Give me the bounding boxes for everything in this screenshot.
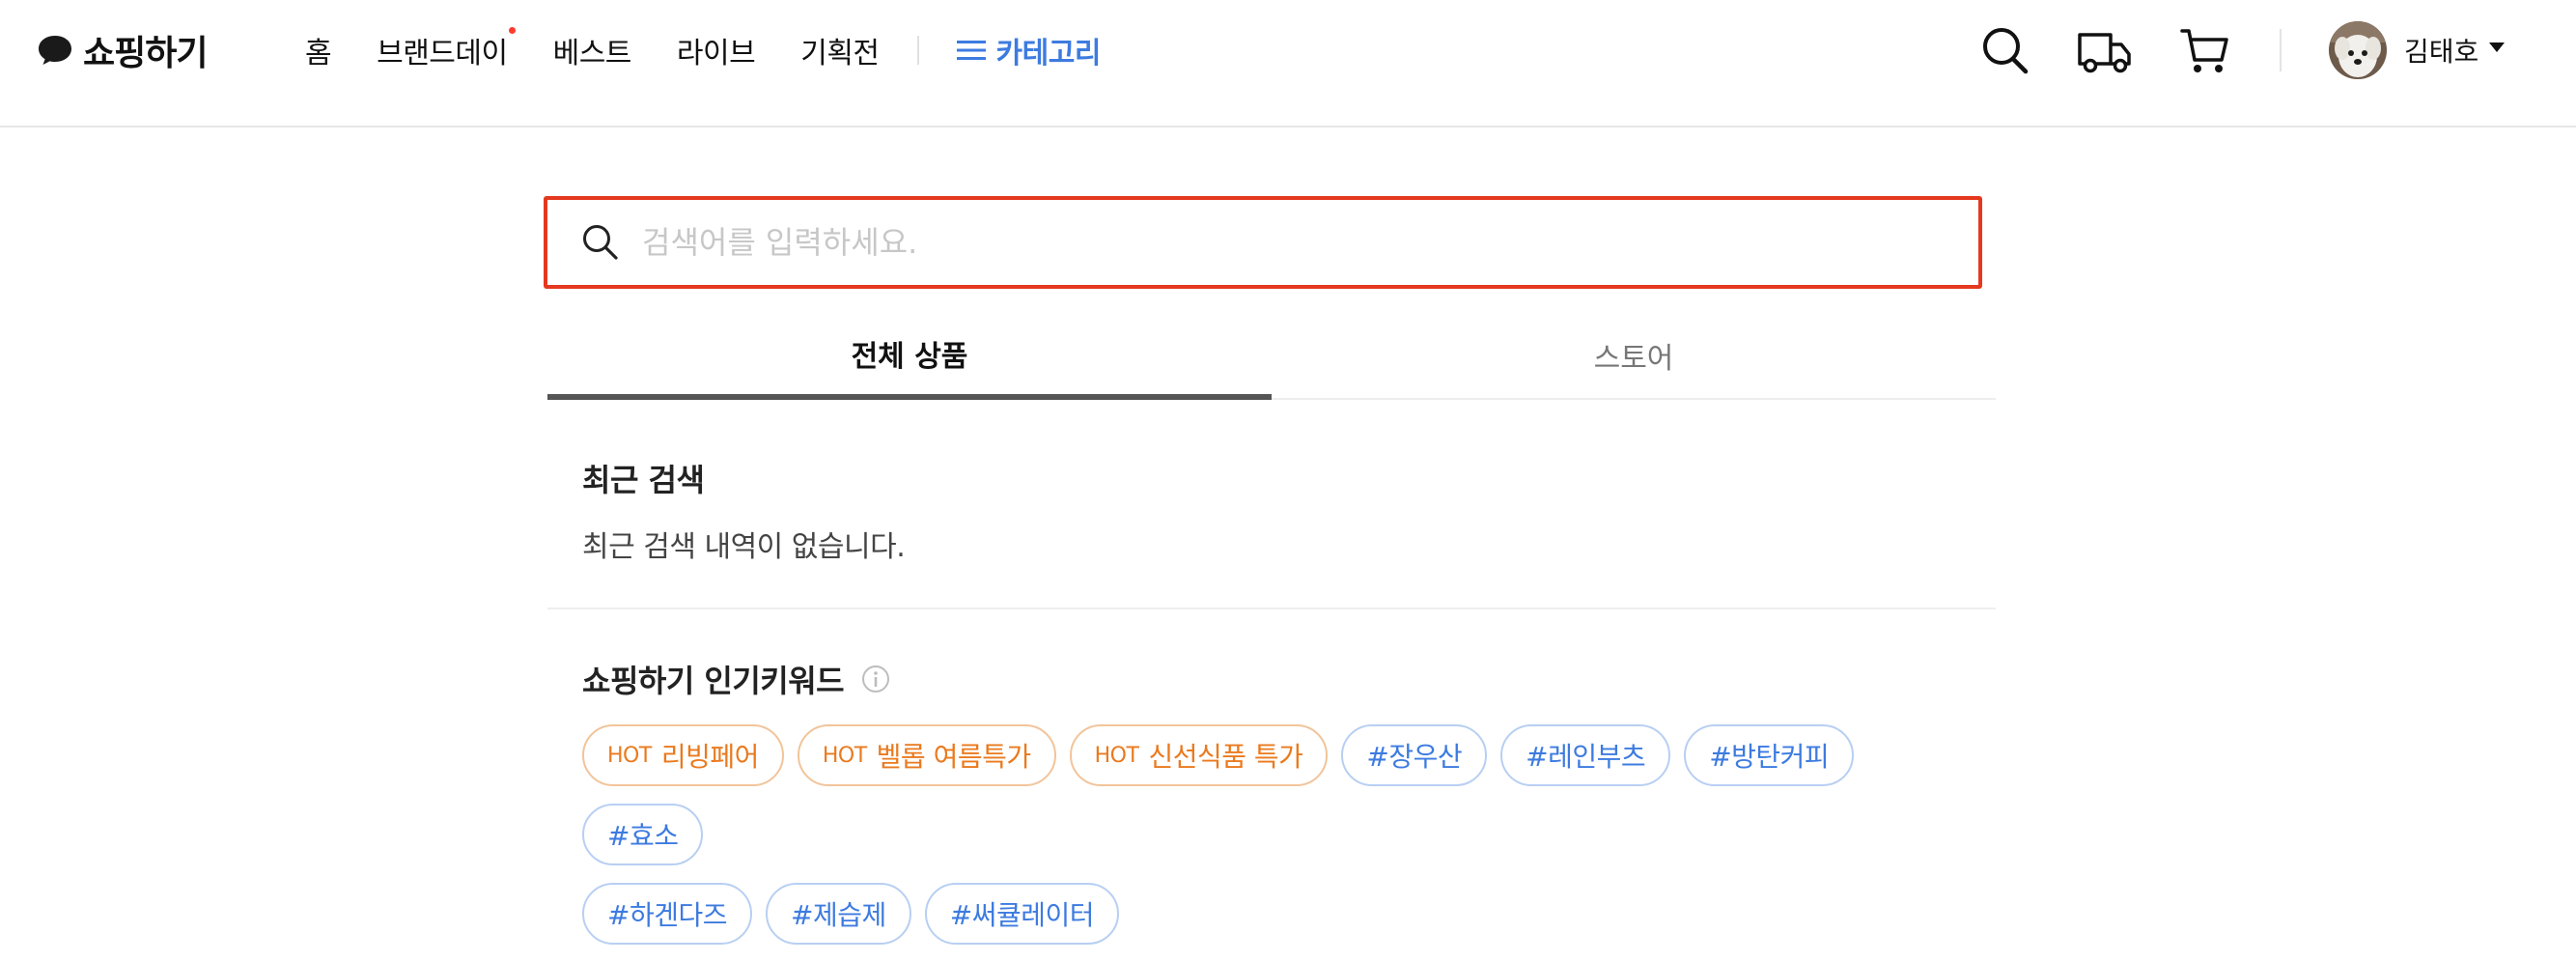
keyword-chip-hot[interactable]: HOT 리빙페어	[582, 724, 784, 786]
keyword-text: #방탄커피	[1709, 741, 1830, 773]
popular-keywords-label: 쇼핑하기 인기키워드	[582, 663, 845, 699]
cart-icon[interactable]	[2179, 25, 2229, 77]
nav-divider	[916, 36, 919, 65]
keyword-chip[interactable]: #제습제	[766, 883, 911, 945]
category-menu-button[interactable]: 카테고리	[956, 29, 1101, 71]
keyword-chip[interactable]: #하겐다즈	[582, 883, 753, 945]
nav-item-brandday[interactable]: 브랜드데이	[377, 27, 516, 71]
caret-down-icon[interactable]	[2489, 42, 2505, 52]
logo-text: 쇼핑하기	[83, 34, 208, 73]
keyword-text: 리빙페어	[660, 741, 760, 773]
keyword-text: 신선식품 특가	[1148, 741, 1303, 773]
keyword-text: #하겐다즈	[607, 899, 728, 931]
tab-store[interactable]: 스토어	[1272, 313, 1996, 398]
info-icon[interactable]	[861, 665, 890, 693]
tab-all-products[interactable]: 전체 상품	[547, 313, 1272, 400]
keyword-chip-hot[interactable]: HOT 신선식품 특가	[1069, 724, 1329, 786]
keyword-chip[interactable]: #방탄커피	[1684, 724, 1855, 786]
category-label: 카테고리	[995, 37, 1102, 71]
popular-keyword-list: HOT 리빙페어 HOT 벨롭 여름특가 HOT 신선식품 특가 #장우산 #레인부츠…	[582, 724, 1982, 962]
user-name[interactable]: 김태호	[2404, 31, 2478, 70]
header-divider	[2280, 29, 2282, 71]
nav-label: 홈	[305, 37, 332, 71]
speech-bubble-icon	[39, 36, 71, 65]
keyword-chip[interactable]: #장우산	[1341, 724, 1488, 786]
nav-item-home[interactable]: 홈	[305, 29, 332, 71]
search-icon	[583, 225, 618, 260]
dog-avatar-image	[2329, 21, 2387, 79]
search-tabs: 전체 상품 스토어	[547, 313, 1996, 400]
keyword-chip[interactable]: #써큘레이터	[924, 883, 1120, 945]
keyword-chip[interactable]: #효소	[582, 804, 704, 865]
keyword-text: #제습제	[791, 899, 886, 931]
top-header: 쇼핑하기 홈 브랜드데이 베스트 라이브 기획전 카테고리 김태호	[0, 0, 2576, 127]
keyword-text: #레인부츠	[1526, 741, 1646, 773]
section-divider	[547, 608, 1996, 609]
nav-label: 브랜드데이	[377, 37, 508, 71]
nav-label: 라이브	[676, 37, 756, 71]
nav-item-best[interactable]: 베스트	[552, 29, 632, 71]
logo[interactable]: 쇼핑하기	[37, 29, 208, 73]
popular-keywords-title: 쇼핑하기 인기키워드	[582, 657, 890, 701]
avatar[interactable]	[2329, 21, 2387, 79]
hot-badge: HOT	[607, 743, 652, 768]
nav-item-exhibition[interactable]: 기획전	[800, 29, 880, 71]
nav-item-live[interactable]: 라이브	[676, 29, 756, 71]
keyword-text: 벨롭 여름특가	[876, 741, 1031, 773]
new-dot	[508, 27, 516, 34]
nav-label: 베스트	[552, 37, 632, 71]
hamburger-icon	[956, 41, 986, 60]
recent-search-empty-text: 최근 검색 내역이 없습니다.	[582, 530, 906, 564]
nav-label: 기획전	[800, 37, 880, 71]
main-nav: 홈 브랜드데이 베스트 라이브 기획전 카테고리	[305, 25, 1101, 75]
search-icon[interactable]	[1980, 25, 2030, 77]
keyword-text: #써큘레이터	[949, 899, 1095, 931]
tab-label: 스토어	[1593, 342, 1674, 376]
hot-badge: HOT	[1094, 743, 1139, 768]
recent-search-title: 최근 검색	[582, 462, 705, 498]
search-bar	[544, 196, 1982, 289]
truck-icon[interactable]	[2076, 25, 2134, 77]
keyword-text: #효소	[607, 820, 679, 852]
keyword-chip-hot[interactable]: HOT 벨롭 여름특가	[797, 724, 1056, 786]
keyword-chip[interactable]: #레인부츠	[1500, 724, 1671, 786]
search-input[interactable]	[640, 223, 1978, 262]
hot-badge: HOT	[822, 743, 867, 768]
tab-label: 전체 상품	[851, 340, 968, 374]
keyword-text: #장우산	[1366, 741, 1463, 773]
